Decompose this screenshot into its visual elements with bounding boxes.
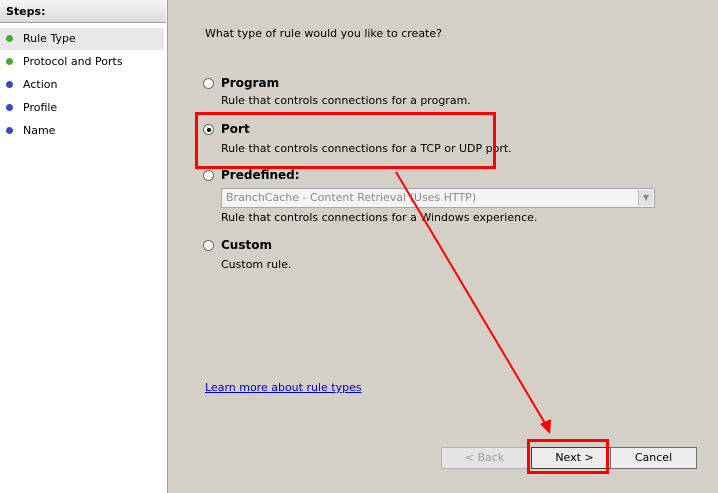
step-protocol-and-ports[interactable]: Protocol and Ports <box>0 51 164 73</box>
predefined-option-title[interactable]: Predefined: <box>221 168 300 182</box>
cancel-button[interactable]: Cancel <box>610 447 697 469</box>
predefined-dropdown-value: BranchCache - Content Retrieval (Uses HT… <box>226 191 477 204</box>
blue-dot-icon <box>6 127 13 134</box>
chevron-down-icon[interactable]: ▼ <box>638 190 653 206</box>
custom-option-title[interactable]: Custom <box>221 238 272 252</box>
program-radio[interactable] <box>203 78 214 89</box>
step-action[interactable]: Action <box>0 74 164 96</box>
port-highlight-box <box>195 112 496 169</box>
steps-header: Steps: <box>0 0 166 23</box>
program-option-desc: Rule that controls connections for a pro… <box>221 94 471 107</box>
step-label: Name <box>23 124 56 137</box>
learn-more-link[interactable]: Learn more about rule types <box>205 381 362 394</box>
next-highlight-box <box>527 439 609 474</box>
step-profile[interactable]: Profile <box>0 97 164 119</box>
rule-type-prompt: What type of rule would you like to crea… <box>205 27 442 40</box>
program-option-title[interactable]: Program <box>221 76 279 90</box>
predefined-dropdown[interactable]: BranchCache - Content Retrieval (Uses HT… <box>221 188 655 208</box>
blue-dot-icon <box>6 104 13 111</box>
step-label: Action <box>23 78 58 91</box>
back-button[interactable]: < Back <box>441 447 528 469</box>
green-dot-icon <box>6 35 13 42</box>
custom-radio[interactable] <box>203 240 214 251</box>
custom-option-desc: Custom rule. <box>221 258 292 271</box>
predefined-radio[interactable] <box>203 170 214 181</box>
predefined-option-desc: Rule that controls connections for a Win… <box>221 211 538 224</box>
step-name[interactable]: Name <box>0 120 164 142</box>
green-dot-icon <box>6 58 13 65</box>
step-label: Rule Type <box>23 32 76 45</box>
steps-sidebar: Steps: Rule Type Protocol and Ports Acti… <box>0 0 168 493</box>
step-label: Profile <box>23 101 58 114</box>
step-rule-type[interactable]: Rule Type <box>0 28 164 50</box>
step-label: Protocol and Ports <box>23 55 123 68</box>
rule-type-panel: What type of rule would you like to crea… <box>168 0 718 493</box>
blue-dot-icon <box>6 81 13 88</box>
